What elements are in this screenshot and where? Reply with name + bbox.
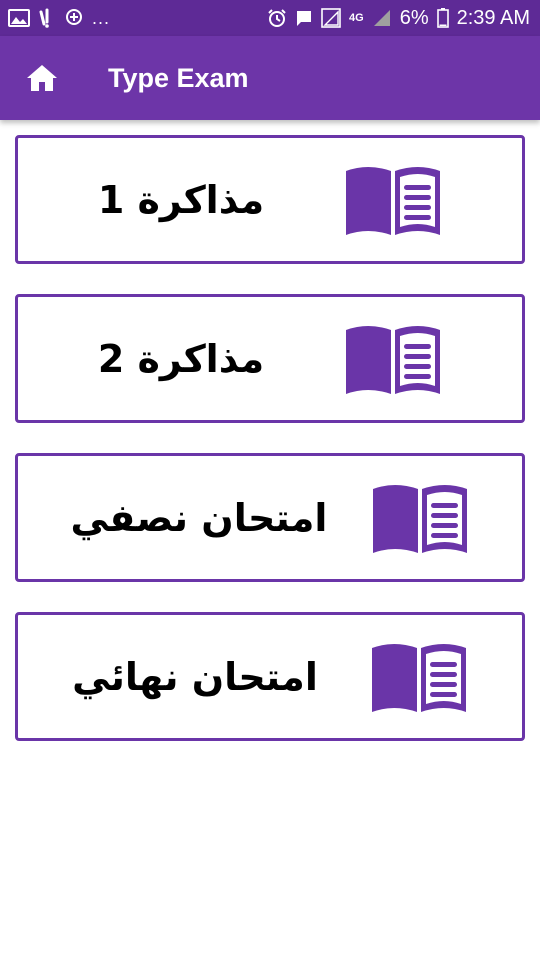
clock-time: 2:39 AM (456, 6, 530, 29)
location-icon (64, 8, 84, 28)
signal-icon (372, 8, 392, 28)
item-label: مذاكرة 2 (97, 336, 265, 381)
status-bar-right: 4G 6% 2:39 AM (267, 7, 530, 30)
status-bar-left: ... (8, 8, 110, 29)
item-label: امتحان نهائي (72, 654, 318, 699)
book-icon (344, 163, 442, 237)
page-title: Type Exam (108, 62, 249, 93)
exam-type-item-quiz-2[interactable]: مذاكرة 2 (15, 294, 525, 423)
exam-type-list: مذاكرة 1 مذاكرة 2 امتحان نصفي امتحان نها… (15, 135, 525, 771)
sim-signal-icon (321, 8, 341, 28)
alarm-icon (267, 8, 287, 28)
home-icon (26, 64, 58, 92)
image-icon (8, 9, 30, 27)
exam-type-item-quiz-1[interactable]: مذاكرة 1 (15, 135, 525, 264)
book-icon (344, 322, 442, 396)
more-notifications-indicator: ... (92, 7, 111, 28)
status-bar: ... 4G 6% 2:39 AM (0, 0, 540, 36)
app-bar: Type Exam (0, 36, 540, 120)
book-icon (370, 640, 468, 714)
book-icon (371, 481, 469, 555)
item-label: مذاكرة 1 (97, 177, 265, 222)
battery-icon (436, 8, 449, 28)
wifi-signal-icon (38, 8, 56, 28)
home-button[interactable] (0, 36, 84, 120)
exam-type-item-midterm[interactable]: امتحان نصفي (15, 453, 525, 582)
item-label: امتحان نصفي (70, 495, 328, 540)
battery-percentage: 6% (399, 6, 429, 29)
exam-type-item-final[interactable]: امتحان نهائي (15, 612, 525, 741)
message-icon (295, 9, 313, 27)
network-type-label: 4G (349, 12, 364, 24)
